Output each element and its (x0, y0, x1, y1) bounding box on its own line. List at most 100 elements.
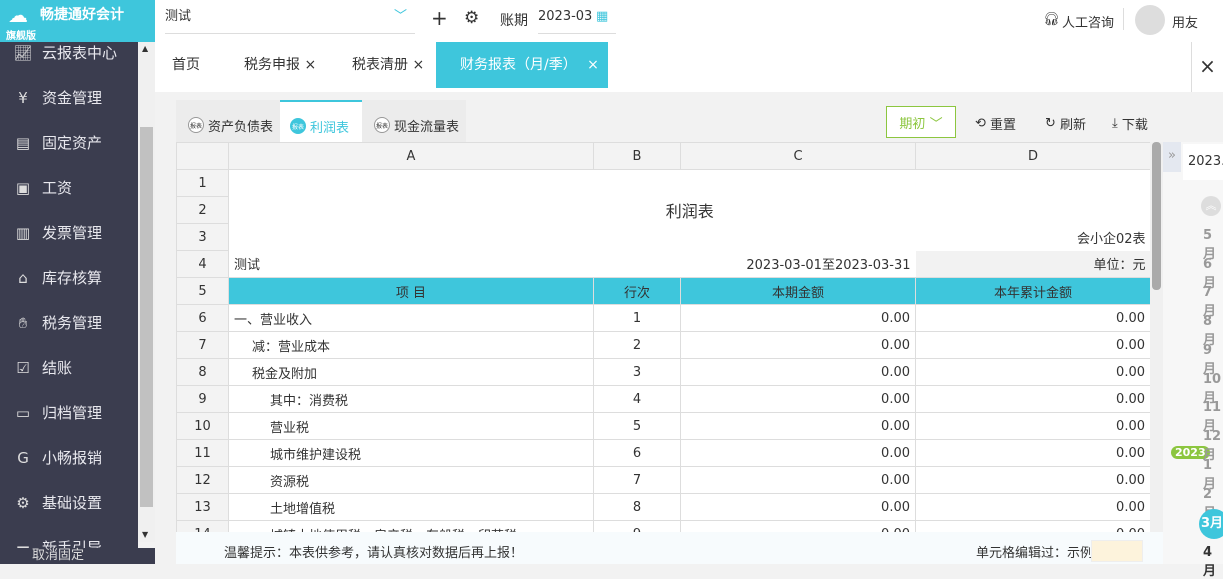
period-label: 账期 (500, 13, 528, 29)
close-icon[interactable]: × (587, 57, 599, 73)
current-amount-cell[interactable]: 0.00 (680, 385, 916, 413)
company-select[interactable]: 测试 ﹀ (165, 0, 415, 34)
ytd-amount-cell[interactable]: 0.00 (915, 331, 1150, 359)
refresh-button[interactable]: ↻ 刷新 (1045, 114, 1086, 133)
line-cell[interactable]: 7 (593, 466, 681, 494)
chevron-down-icon: ﹀ (393, 9, 407, 24)
sidebar-item[interactable]: ▥ 发票管理 (0, 210, 138, 255)
sidebar-item[interactable]: ⌂ 库存核算 (0, 255, 138, 300)
tab-home[interactable]: 首页 (172, 42, 200, 88)
avatar[interactable] (1135, 5, 1165, 35)
expand-icon[interactable]: » (1163, 142, 1181, 172)
cloud-logo-icon: ☁ (8, 3, 28, 27)
subtab-balance-sheet[interactable]: 报表 资产负债表 (188, 100, 273, 142)
current-amount-cell[interactable]: 0.00 (680, 412, 916, 440)
ytd-amount-cell[interactable]: 0.00 (915, 466, 1150, 494)
line-cell[interactable]: 3 (593, 358, 681, 386)
ytd-amount-cell[interactable]: 0.00 (915, 439, 1150, 467)
ytd-amount-cell[interactable]: 0.00 (915, 493, 1150, 521)
sidebar-item[interactable]: ¥ 资金管理 (0, 75, 138, 120)
chart-icon: 📈︎ (13, 43, 33, 62)
sidebar-item[interactable]: G 小畅报销 (0, 435, 138, 480)
sidebar-item[interactable]: ▤ 固定资产 (0, 120, 138, 165)
table-row: 10 营业税 5 0.00 0.00 (176, 412, 1150, 440)
period-input[interactable]: 2023-03 ▦ (538, 0, 616, 34)
item-cell[interactable]: 营业税 (228, 412, 594, 440)
item-cell[interactable]: 其中：消费税 (228, 385, 594, 413)
current-amount-cell[interactable]: 0.00 (680, 331, 916, 359)
sidebar-item[interactable]: ✋︎ 税务管理 (0, 300, 138, 345)
table-row: 7 减：营业成本 2 0.00 0.00 (176, 331, 1150, 359)
tab-tax-declaration[interactable]: 税务申报 × (244, 42, 316, 88)
chevron-up-icon[interactable]: ︽ (1201, 196, 1221, 216)
item-cell[interactable]: 城镇土地使用税、房产税、车船税、印花税 (228, 520, 594, 532)
ytd-amount-cell[interactable]: 0.00 (915, 520, 1150, 532)
ytd-amount-cell[interactable]: 0.00 (915, 412, 1150, 440)
ytd-amount-cell[interactable]: 0.00 (915, 385, 1150, 413)
app-edition: 旗舰版 (6, 31, 36, 42)
month-item[interactable]: 3月 (1199, 509, 1223, 539)
money-bag-icon: ¥ (18, 88, 28, 107)
item-cell[interactable]: 一、营业收入 (228, 304, 594, 332)
sidebar-item-label: 固定资产 (42, 134, 103, 152)
sidebar-item-label: 基础设置 (42, 494, 103, 512)
sidebar-item[interactable]: ☑ 结账 (0, 345, 138, 390)
gear-icon[interactable]: ⚙ (464, 8, 479, 28)
headset-icon: 🎧︎ (1043, 12, 1060, 27)
sidebar-scrollbar[interactable]: ▲ ▼ (138, 42, 155, 542)
support-link[interactable]: 人工咨询 (1062, 12, 1114, 31)
current-amount-cell[interactable]: 0.00 (680, 493, 916, 521)
sidebar-item[interactable]: ⚙ 基础设置 (0, 480, 138, 525)
reset-button[interactable]: ⟲ 重置 (975, 114, 1016, 133)
ytd-amount-cell[interactable]: 0.00 (915, 304, 1150, 332)
sidebar-item[interactable]: ▣ 工资 (0, 165, 138, 210)
sheet-scrollbar[interactable] (1150, 142, 1163, 532)
line-cell[interactable]: 9 (593, 520, 681, 532)
sidebar-item-label: 税务管理 (42, 314, 103, 332)
line-cell[interactable]: 4 (593, 385, 681, 413)
line-cell[interactable]: 8 (593, 493, 681, 521)
item-cell[interactable]: 土地增值税 (228, 493, 594, 521)
footer: 温馨提示：本表供参考，请认真核对数据后再上报！ 单元格编辑过：示例 (176, 532, 1163, 564)
table-row: 14城镇土地使用税、房产税、车船税、印花税90.000.00 (176, 520, 1150, 532)
gear-icon: ⚙ (16, 493, 30, 512)
period-select[interactable]: 期初 ﹀ (886, 106, 956, 138)
month-item[interactable]: 4月 (1203, 545, 1223, 579)
item-cell[interactable]: 资源税 (228, 466, 594, 494)
line-cell[interactable]: 5 (593, 412, 681, 440)
subtab-income-statement[interactable]: 报表 利润表 (280, 100, 362, 142)
line-cell[interactable]: 2 (593, 331, 681, 359)
line-cell[interactable]: 1 (593, 304, 681, 332)
logo: ☁ 畅捷通好会计 旗舰版 (0, 0, 155, 42)
sidebar-item[interactable]: ▭ 归档管理 (0, 390, 138, 435)
year-input[interactable]: 2023.03 (1183, 144, 1223, 180)
table-row: 8 税金及附加 3 0.00 0.00 (176, 358, 1150, 386)
report-icon: 报表 (374, 117, 390, 133)
item-cell[interactable]: 城市维护建设税 (228, 439, 594, 467)
user-name[interactable]: 用友 (1172, 12, 1198, 31)
subtab-cash-flow[interactable]: 报表 现金流量表 (374, 100, 459, 142)
unpin-button[interactable]: 取消固定 (0, 548, 155, 564)
tab-financial-report[interactable]: 财务报表（月/季） × (436, 42, 608, 88)
download-button[interactable]: ⤓ 下载 (1112, 114, 1148, 133)
line-cell[interactable]: 6 (593, 439, 681, 467)
tab-tax-list[interactable]: 税表清册 × (352, 42, 424, 88)
current-amount-cell[interactable]: 0.00 (680, 358, 916, 386)
item-cell[interactable]: 税金及附加 (228, 358, 594, 386)
unit-label: 单位：元 (915, 250, 1150, 278)
add-icon[interactable]: + (431, 6, 448, 30)
close-icon[interactable]: × (412, 57, 424, 73)
ytd-amount-cell[interactable]: 0.00 (915, 358, 1150, 386)
calendar-icon[interactable]: ▦ (596, 0, 608, 34)
sidebar-item[interactable]: 📈︎ 云报表中心 (0, 42, 138, 75)
sidebar-item-label: 工资 (42, 179, 73, 197)
spreadsheet: ABCD 1 2 利润表 3 会小企02表 4 测试 2023-03-01至2023-0… (176, 142, 1150, 532)
close-icon[interactable]: × (304, 57, 316, 73)
current-amount-cell[interactable]: 0.00 (680, 439, 916, 467)
current-amount-cell[interactable]: 0.00 (680, 520, 916, 532)
period-timeline: » 2023.03 ︽ 2023 5月6月7月8月9月10月11月12月1月2月… (1163, 142, 1223, 579)
item-cell[interactable]: 减：营业成本 (228, 331, 594, 359)
current-amount-cell[interactable]: 0.00 (680, 304, 916, 332)
close-all-button[interactable]: × (1191, 42, 1223, 92)
current-amount-cell[interactable]: 0.00 (680, 466, 916, 494)
